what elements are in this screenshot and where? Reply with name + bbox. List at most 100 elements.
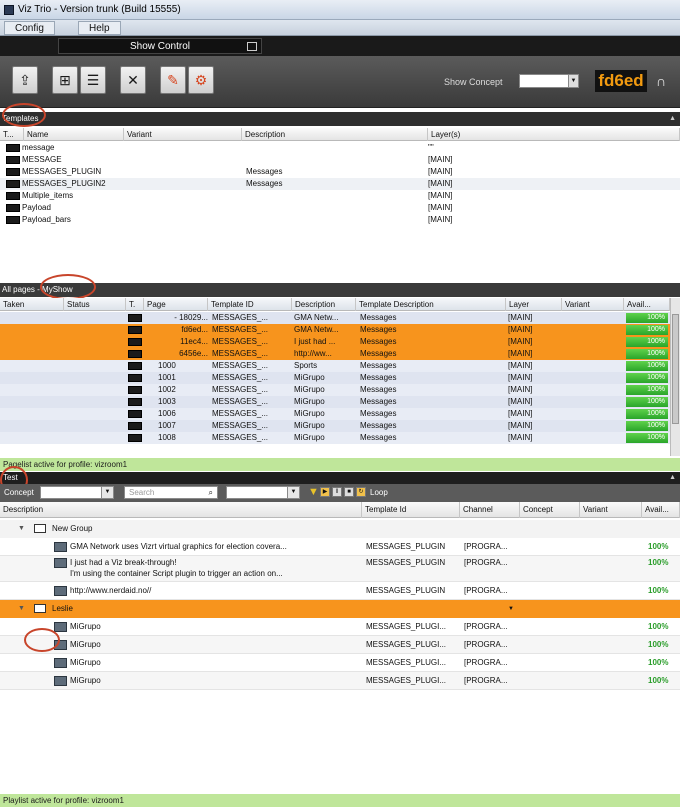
template-type-icon <box>128 326 142 334</box>
playlist-item[interactable]: GMA Network uses Vizrt virtual graphics … <box>0 538 680 556</box>
template-name: Multiple_items <box>22 191 74 200</box>
template-variant <box>124 142 242 154</box>
column-description[interactable]: Description <box>292 298 356 311</box>
column-page[interactable]: Page <box>144 298 208 311</box>
page-layer: [MAIN] <box>508 349 533 358</box>
column-layer[interactable]: Layer <box>506 298 562 311</box>
column-status[interactable]: Status <box>64 298 126 311</box>
menu-config[interactable]: Config <box>4 21 55 35</box>
playlist-item[interactable]: http://www.nerdaid.no// MESSAGES_PLUGIN [P… <box>0 582 680 600</box>
template-row[interactable]: message "" <box>0 142 680 154</box>
item-channel: [PROGRA... <box>464 558 508 567</box>
channel-select[interactable]: ▼ <box>226 486 300 499</box>
add-list-button[interactable]: ☰ <box>80 66 106 94</box>
concept-filter-label: Concept <box>4 488 34 497</box>
page-row[interactable]: 1000 MESSAGES_... Sports Messages [MAIN] 100% <box>0 360 670 372</box>
playlist-item[interactable]: I just had a Viz break-through! I'm using… <box>0 556 680 582</box>
tools-button[interactable]: ✕ <box>120 66 146 94</box>
page-row[interactable]: 1002 MESSAGES_... MiGrupo Messages [MAIN] 100… <box>0 384 670 396</box>
playlist-item[interactable]: MiGrupo MESSAGES_PLUGI... [PROGRA... 100% <box>0 672 680 690</box>
column-t[interactable]: T. <box>126 298 144 311</box>
template-row[interactable]: MESSAGES_PLUGIN2 Messages [MAIN] <box>0 178 680 190</box>
import-button[interactable]: ⇪ <box>12 66 38 94</box>
column-variant[interactable]: Variant <box>580 502 642 518</box>
expand-arrow-icon[interactable]: ▼ <box>18 520 25 538</box>
column-variant[interactable]: Variant <box>124 128 242 141</box>
column-type[interactable]: T... <box>0 128 24 141</box>
template-row[interactable]: MESSAGE [MAIN] <box>0 154 680 166</box>
group-row[interactable]: ▼ Leslie ▼ <box>0 600 680 618</box>
chevron-down-icon[interactable]: ▼ <box>287 487 299 498</box>
headset-icon[interactable]: ∩ <box>652 72 670 90</box>
column-description[interactable]: Description <box>242 128 428 141</box>
page-template-id: MESSAGES_... <box>212 421 269 430</box>
column-channel[interactable]: Channel <box>460 502 520 518</box>
column-description[interactable]: Description <box>0 502 362 518</box>
show-control-bar: Show Control <box>0 36 680 56</box>
show-control-button[interactable]: Show Control <box>58 38 262 54</box>
group-row[interactable]: ▼ New Group <box>0 520 680 538</box>
playlist-item[interactable]: MiGrupo MESSAGES_PLUGI... [PROGRA... 100% <box>0 636 680 654</box>
template-row[interactable]: MESSAGES_PLUGIN Messages [MAIN] <box>0 166 680 178</box>
column-layers[interactable]: Layer(s) <box>428 128 680 141</box>
collapse-icon[interactable]: ▲ <box>669 472 676 484</box>
filter-icon[interactable]: ▼ <box>308 486 319 498</box>
page-number: 1000 <box>158 361 176 370</box>
collapse-icon[interactable]: ▲ <box>669 112 676 126</box>
template-type-icon <box>128 410 142 418</box>
dropdown-marker-icon[interactable]: ▼ <box>508 600 514 618</box>
column-name[interactable]: Name <box>24 128 124 141</box>
search-box[interactable]: Search ⌕ <box>124 486 218 499</box>
column-availability[interactable]: Avail... <box>642 502 680 518</box>
page-template-id: MESSAGES_... <box>212 409 269 418</box>
page-row[interactable]: fd6ed... MESSAGES_... GMA Netw... Messages [… <box>0 324 670 336</box>
playlist-item[interactable]: MiGrupo MESSAGES_PLUGI... [PROGRA... 100% <box>0 618 680 636</box>
settings-button[interactable]: ⚙ <box>188 66 214 94</box>
chevron-down-icon[interactable]: ▼ <box>101 487 113 498</box>
availability-bar: 100% <box>626 433 668 443</box>
template-row[interactable]: Multiple_items [MAIN] <box>0 190 680 202</box>
column-template-id[interactable]: Template Id <box>362 502 460 518</box>
template-variant <box>124 166 242 178</box>
page-row[interactable]: 6456e... MESSAGES_... http://ww... Messages… <box>0 348 670 360</box>
pause-icon[interactable]: ‖ <box>332 487 342 497</box>
menu-help[interactable]: Help <box>78 21 121 35</box>
import-icon: ⇪ <box>19 71 31 88</box>
page-row[interactable]: 11ec4... MESSAGES_... I just had ... Messag… <box>0 336 670 348</box>
template-row[interactable]: Payload [MAIN] <box>0 202 680 214</box>
template-type-icon <box>128 362 142 370</box>
page-row[interactable]: 1001 MESSAGES_... MiGrupo Messages [MAIN] 100… <box>0 372 670 384</box>
page-row[interactable]: - 18029... MESSAGES_... GMA Netw... Message… <box>0 312 670 324</box>
template-name: MESSAGE <box>22 155 62 164</box>
column-concept[interactable]: Concept <box>520 502 580 518</box>
play-icon[interactable]: ▶ <box>320 487 330 497</box>
expand-arrow-icon[interactable]: ▼ <box>18 600 25 618</box>
search-icon[interactable]: ⌕ <box>209 487 213 498</box>
column-taken[interactable]: Taken <box>0 298 64 311</box>
column-template-description[interactable]: Template Description <box>356 298 506 311</box>
column-variant[interactable]: Variant <box>562 298 624 311</box>
edit-button[interactable]: ✎ <box>160 66 186 94</box>
chevron-down-icon[interactable]: ▼ <box>568 75 578 87</box>
template-type-icon <box>128 350 142 358</box>
add-page-button[interactable]: ⊞ <box>52 66 78 94</box>
playlist-item[interactable]: MiGrupo MESSAGES_PLUGI... [PROGRA... 100% <box>0 654 680 672</box>
page-template-id: MESSAGES_... <box>212 385 269 394</box>
page-template-id: MESSAGES_... <box>212 325 269 334</box>
page-row[interactable]: 1003 MESSAGES_... MiGrupo Messages [MAIN] 100… <box>0 396 670 408</box>
page-row[interactable]: 1006 MESSAGES_... MiGrupo Messages [MAIN] 100… <box>0 408 670 420</box>
stop-icon[interactable]: ■ <box>344 487 354 497</box>
column-availability[interactable]: Avail... <box>624 298 670 311</box>
template-layers: [MAIN] <box>428 203 453 212</box>
scrollbar-thumb[interactable] <box>672 314 679 424</box>
concept-filter-select[interactable]: ▼ <box>40 486 114 499</box>
settings-icon: ⚙ <box>194 71 208 88</box>
loop-label[interactable]: Loop <box>370 488 388 497</box>
menu-bar: Config Help <box>0 20 680 36</box>
item-description: http://www.nerdaid.no// <box>70 586 152 595</box>
template-row[interactable]: Payload_bars [MAIN] <box>0 214 680 226</box>
page-row[interactable]: 1007 MESSAGES_... MiGrupo Messages [MAIN] 100… <box>0 420 670 432</box>
column-template-id[interactable]: Template ID <box>208 298 292 311</box>
loop-icon[interactable]: ↻ <box>356 487 366 497</box>
pages-scrollbar[interactable] <box>670 298 680 456</box>
